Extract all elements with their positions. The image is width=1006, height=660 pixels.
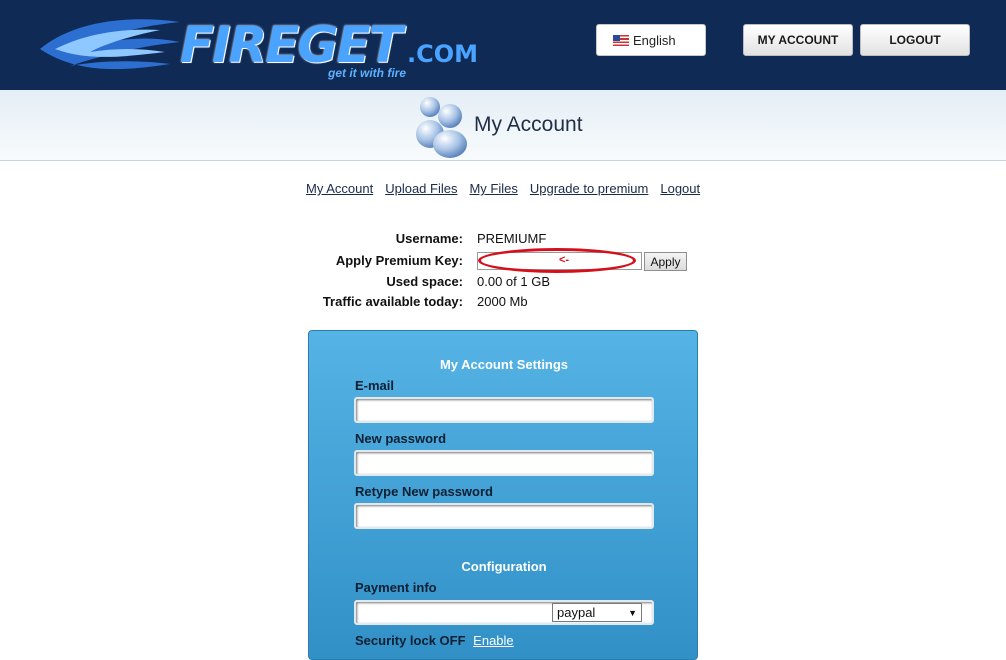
security-lock-text: Security lock OFF — [355, 633, 466, 648]
username-row: Username: PREMIUMF — [0, 231, 1006, 251]
used-space-row: Used space: 0.00 of 1 GB — [0, 274, 1006, 294]
nav-link-my-account[interactable]: My Account — [306, 181, 373, 196]
traffic-label: Traffic available today: — [322, 294, 463, 309]
payment-info-label: Payment info — [355, 580, 437, 595]
fireget-logo[interactable]: FIREGET .COM get it with fire — [30, 4, 478, 84]
flame-icon — [40, 19, 180, 70]
account-nav: My Account Upload Files My Files Upgrade… — [306, 181, 700, 196]
retype-password-label: Retype New password — [355, 484, 493, 499]
premium-key-label: Apply Premium Key: — [335, 253, 463, 268]
red-annotation-ellipse — [478, 248, 636, 273]
language-label: English — [633, 32, 676, 48]
email-label: E-mail — [355, 378, 395, 393]
apply-button[interactable]: Apply — [644, 252, 687, 271]
retype-password-field[interactable] — [354, 503, 654, 529]
traffic-row: Traffic available today: 2000 Mb — [0, 294, 1006, 314]
email-field[interactable] — [354, 397, 654, 423]
account-settings-panel: My Account Settings E-mail New password … — [308, 330, 698, 660]
used-space-value: 0.00 of 1 GB — [477, 274, 550, 289]
logout-button[interactable]: LOGOUT — [860, 24, 970, 56]
security-lock-status: Security lock OFF Enable — [355, 633, 514, 648]
us-flag-icon — [613, 34, 629, 46]
traffic-value: 2000 Mb — [477, 294, 528, 309]
payment-method-value: paypal — [557, 605, 596, 620]
users-icon — [416, 97, 467, 158]
enable-security-link[interactable]: Enable — [473, 633, 513, 648]
language-selector[interactable]: English — [596, 24, 706, 56]
page-title: My Account — [474, 113, 583, 136]
nav-link-my-files[interactable]: My Files — [469, 181, 517, 196]
new-password-label: New password — [355, 431, 447, 446]
payment-method-select[interactable]: paypal ▼ — [552, 603, 642, 622]
configuration-title: Configuration — [461, 559, 547, 574]
username-value: PREMIUMF — [477, 231, 547, 246]
dropdown-arrow-icon: ▼ — [628, 607, 637, 618]
username-label: Username: — [395, 231, 463, 246]
nav-link-upload-files[interactable]: Upload Files — [385, 181, 457, 196]
red-annotation-arrow: <- — [559, 254, 570, 266]
my-account-button[interactable]: MY ACCOUNT — [743, 24, 853, 56]
nav-link-upgrade[interactable]: Upgrade to premium — [530, 181, 649, 196]
logo-tagline: get it with fire — [328, 66, 406, 80]
nav-link-logout[interactable]: Logout — [660, 181, 700, 196]
settings-title: My Account Settings — [439, 357, 569, 372]
new-password-field[interactable] — [354, 450, 654, 476]
site-header: FIREGET .COM get it with fire English MY… — [0, 0, 1006, 90]
logo-domain: .COM — [407, 40, 479, 68]
used-space-label: Used space: — [386, 274, 463, 289]
